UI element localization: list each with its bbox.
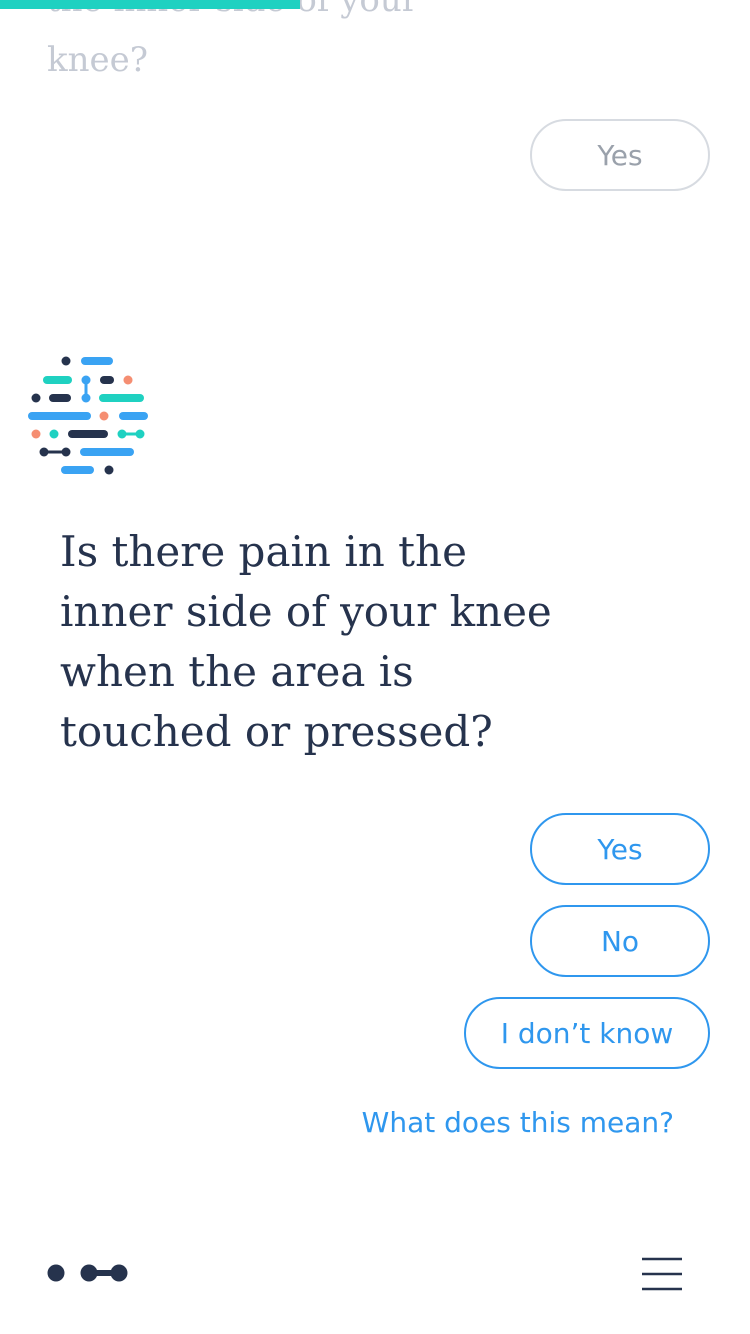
no-button[interactable]: No (530, 905, 710, 977)
previous-question-text: the inner side of your knee? (47, 0, 419, 80)
previous-answer-bubble: Yes (530, 119, 710, 191)
brand-logo-icon (47, 1264, 128, 1282)
what-does-this-mean-link[interactable]: What does this mean? (362, 1106, 674, 1139)
question-text: Is there pain in the inner side of your … (60, 527, 552, 756)
dont-know-button[interactable]: I don’t know (464, 997, 710, 1069)
yes-button[interactable]: Yes (530, 813, 710, 885)
hamburger-menu-icon[interactable] (640, 1256, 684, 1292)
progress-bar (0, 0, 300, 9)
dot-pattern-logo-icon (28, 356, 148, 475)
